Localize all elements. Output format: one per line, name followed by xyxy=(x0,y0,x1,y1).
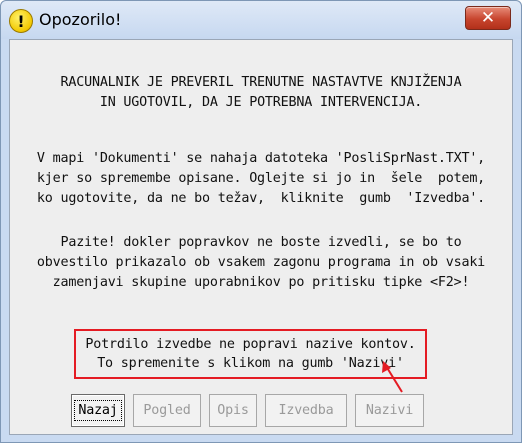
dialog-window: ! Opozorilo! ✕ RACUNALNIK JE PREVERIL TR… xyxy=(0,0,522,443)
button-row: Nazaj Pogled Opis Izvedba Nazivi xyxy=(71,394,424,427)
message-paragraph-1: RACUNALNIK JE PREVERIL TRENUTNE NASTAVTV… xyxy=(60,75,462,110)
izvedba-button[interactable]: Izvedba xyxy=(265,394,347,427)
izvedba-button-label: Izvedba xyxy=(278,403,334,418)
notice-text: Potrdilo izvedbe ne popravi nazive konto… xyxy=(85,337,416,371)
warning-icon: ! xyxy=(9,9,33,33)
title-bar[interactable]: ! Opozorilo! ✕ xyxy=(1,1,521,39)
nazaj-button-label: Nazaj xyxy=(74,400,122,421)
window-title: Opozorilo! xyxy=(39,10,122,29)
nazivi-button-label: Nazivi xyxy=(365,403,414,418)
highlighted-notice: Potrdilo izvedbe ne popravi nazive konto… xyxy=(74,329,427,379)
close-icon: ✕ xyxy=(480,8,496,28)
pogled-button-label: Pogled xyxy=(143,403,191,418)
nazivi-button[interactable]: Nazivi xyxy=(355,394,424,427)
opis-button[interactable]: Opis xyxy=(209,394,257,427)
close-button[interactable]: ✕ xyxy=(465,6,511,30)
nazaj-button[interactable]: Nazaj xyxy=(71,394,125,427)
dialog-body: RACUNALNIK JE PREVERIL TRENUTNE NASTAVTV… xyxy=(9,39,513,435)
message-paragraph-2: V mapi 'Dokumenti' se nahaja datoteka 'P… xyxy=(36,151,486,206)
pogled-button[interactable]: Pogled xyxy=(133,394,201,427)
opis-button-label: Opis xyxy=(217,403,249,418)
message-paragraph-3: Pazite! dokler popravkov ne boste izvedl… xyxy=(36,235,486,290)
